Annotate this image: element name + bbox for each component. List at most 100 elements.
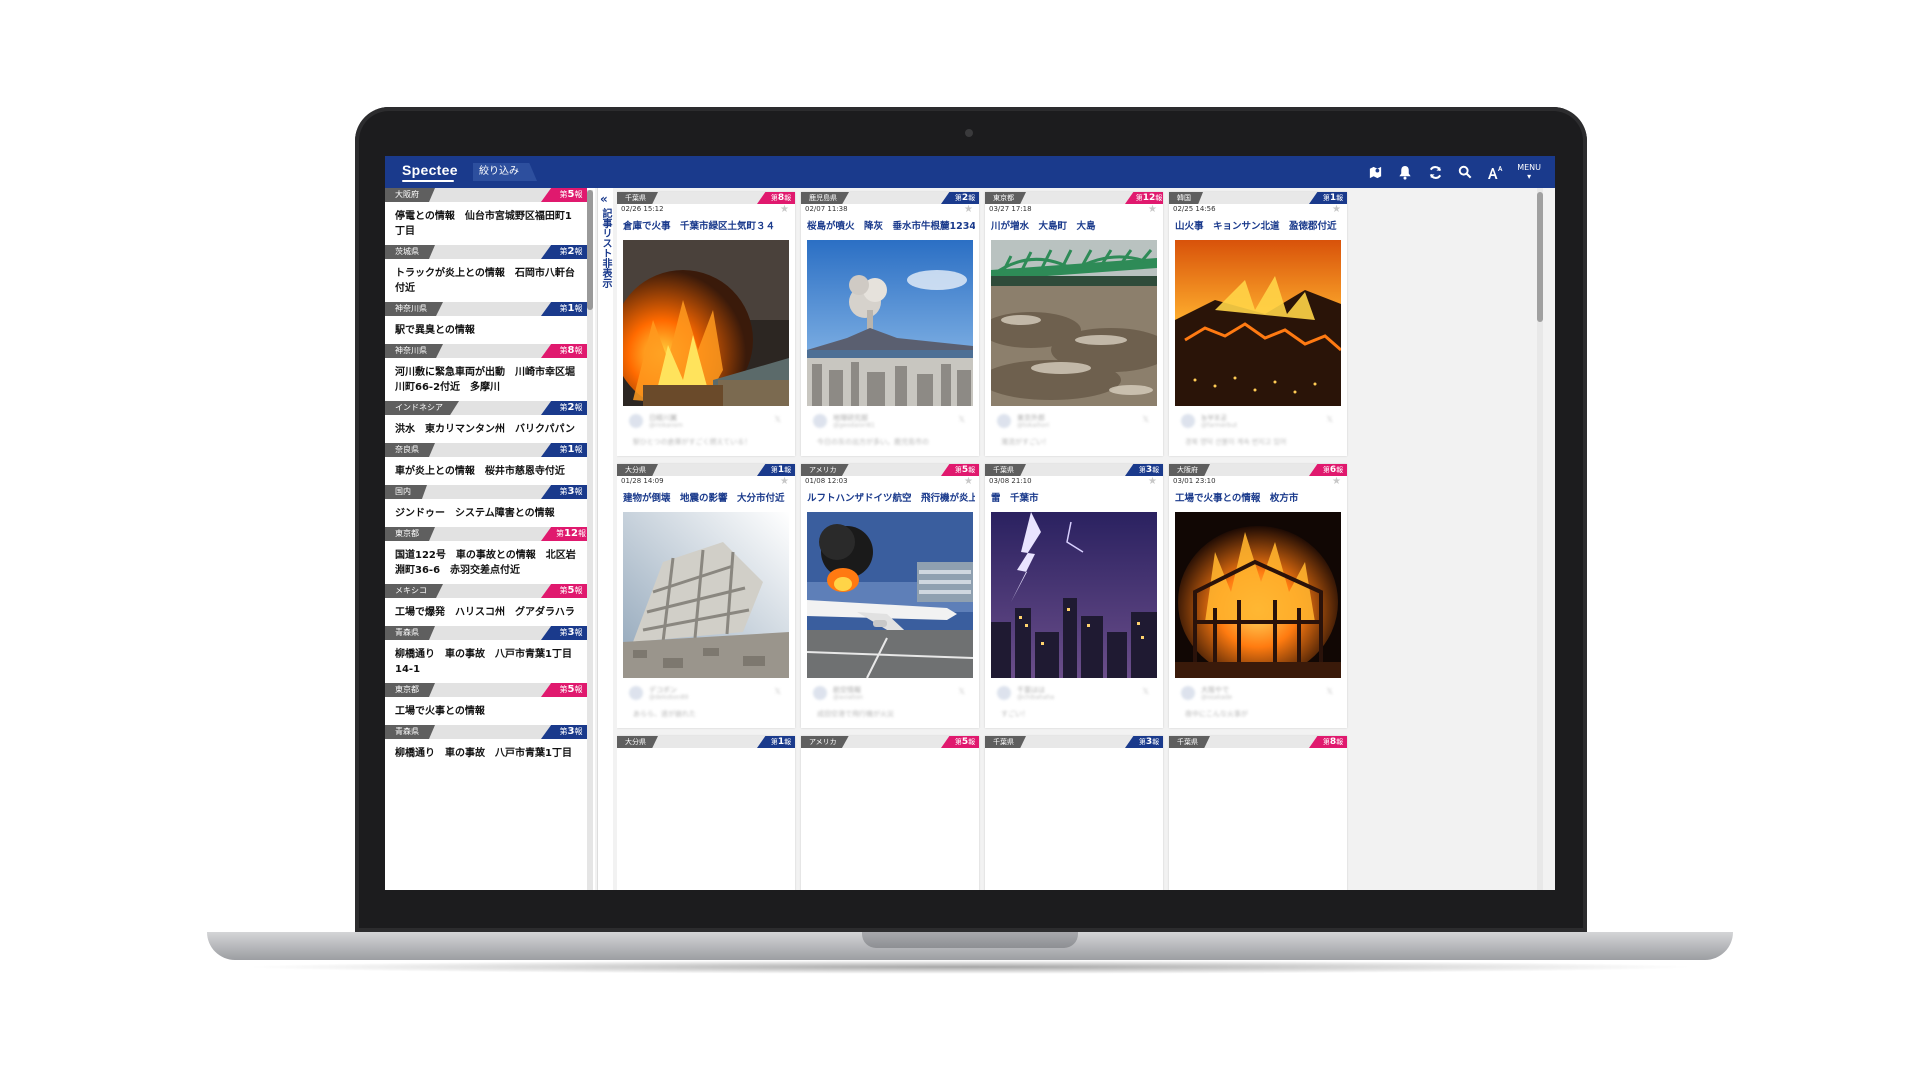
star-icon[interactable]: ★ [1332, 204, 1341, 215]
badge-prefix: 第 [1138, 466, 1146, 474]
region-tag: 大分県 [617, 464, 658, 476]
news-card[interactable]: アメリカ 第5報 01/08 12:03 ★ ルフトハンザドイツ航空 飛行機が炎上 航空… [801, 464, 979, 728]
list-item[interactable]: 茨城県 第2報 トラックが炎上との情報 石岡市八軒台付近 [385, 245, 587, 302]
list-item[interactable]: メキシコ 第5報 工場で爆発 ハリスコ州 グアダラハラ [385, 584, 587, 626]
x-logo-icon: 𝕏 [774, 415, 781, 424]
scrollbar-thumb[interactable] [587, 190, 593, 310]
card-image[interactable] [1175, 240, 1341, 406]
card-title[interactable]: 建物が倒壊 地震の影響 大分市付近 [623, 492, 791, 505]
bell-icon[interactable] [1397, 164, 1413, 180]
x-logo-icon: 𝕏 [1142, 415, 1149, 424]
hide-list-toggle[interactable]: « 記事リスト非表示 [597, 188, 613, 890]
filter-button[interactable]: 絞り込み [473, 163, 537, 181]
news-card[interactable]: 千葉県 第3報 03/08 21:10 ★ 雷 千葉市 千葉はは @chibahaha 𝕏 す… [985, 464, 1163, 728]
refresh-icon[interactable] [1427, 164, 1443, 180]
badge-suffix: 報 [968, 466, 976, 474]
report-count-badge: 第1報 [757, 736, 795, 748]
card-image[interactable] [623, 240, 789, 406]
badge-suffix: 報 [574, 190, 583, 199]
card-image[interactable] [807, 512, 973, 678]
source-handle: @chibahaha [1017, 694, 1055, 701]
star-icon[interactable]: ★ [1148, 204, 1157, 215]
source-text: 夜中にこんな火事が [1185, 710, 1248, 718]
news-card[interactable]: 東京都 第12報 03/27 17:18 ★ 川が増水 大島町 大島 東京外郎 @toka… [985, 192, 1163, 456]
card-grid-scrollbar[interactable] [1537, 188, 1543, 890]
news-card[interactable]: 鹿児島県 第2報 02/07 11:38 ★ 桜島が噴火 降灰 垂水市牛根麓1234-1… [801, 192, 979, 456]
star-icon[interactable]: ★ [1148, 476, 1157, 487]
card-title[interactable]: ルフトハンザドイツ航空 飛行機が炎上 [807, 492, 975, 505]
list-item[interactable]: 東京都 第5報 工場で火事との情報 [385, 683, 587, 725]
list-item[interactable]: 青森県 第3報 柳橋通り 車の事故 八戸市青葉1丁目14-1 [385, 626, 587, 683]
list-item-title: 車が炎上との情報 桜井市慈恩寺付近 [395, 466, 565, 477]
card-title[interactable]: 雷 千葉市 [991, 492, 1159, 505]
card-source: 航空情報 @aviation 𝕏 成田空港で飛行機が火災 [807, 682, 973, 728]
news-card[interactable]: 千葉県 第8報 02/26 15:12 ★ 倉庫で火事 千葉市緑区土気町３４ 日経川翼 @… [617, 192, 795, 456]
list-item[interactable]: 青森県 第3報 柳橋通り 車の事故 八戸市青葉1丁目 [385, 725, 587, 767]
badge-suffix: 報 [574, 586, 583, 595]
card-date: 01/28 14:09 [621, 477, 664, 485]
list-item[interactable]: 神奈川県 第8報 河川敷に緊急車両が出動 川崎市幸区堀川町66-2付近 多摩川 [385, 344, 587, 401]
region-tag: インドネシア [385, 401, 459, 415]
report-count-badge: 第1報 [757, 464, 795, 476]
card-date: 02/07 11:38 [805, 205, 848, 213]
list-item-header: 神奈川県 第8報 [385, 344, 587, 358]
card-title[interactable]: 倉庫で火事 千葉市緑区土気町３４ [623, 220, 791, 233]
card-title[interactable]: 山火事 キョンサン北道 盈徳郡付近 [1175, 220, 1343, 233]
card-title[interactable]: 桜島が噴火 降灰 垂水市牛根麓1234-1付近 [807, 220, 975, 233]
report-count-badge: 第5報 [941, 736, 979, 748]
star-icon[interactable]: ★ [1332, 476, 1341, 487]
article-list-scrollbar[interactable] [587, 190, 593, 890]
star-icon[interactable]: ★ [964, 204, 973, 215]
list-item[interactable]: インドネシア 第2報 洪水 東カリマンタン州 バリクパパン [385, 401, 587, 443]
card-image[interactable] [807, 240, 973, 406]
badge-prefix: 第 [954, 466, 962, 474]
news-card[interactable]: 千葉県 第3報 [985, 736, 1163, 890]
menu-button[interactable]: MENU ▾ [1517, 163, 1541, 181]
list-item-header: 青森県 第3報 [385, 725, 587, 739]
star-icon[interactable]: ★ [964, 476, 973, 487]
badge-prefix: 第 [559, 685, 568, 694]
star-icon[interactable]: ★ [780, 476, 789, 487]
region-tag: 大分県 [617, 736, 658, 748]
font-size-icon[interactable] [1487, 164, 1503, 180]
list-item[interactable]: 大阪府 第5報 停電との情報 仙台市宮城野区福田町1丁目 [385, 188, 587, 245]
card-grid: 千葉県 第8報 02/26 15:12 ★ 倉庫で火事 千葉市緑区土気町３４ 日経川翼 @… [617, 188, 1537, 890]
badge-suffix: 報 [1152, 466, 1160, 474]
search-icon[interactable] [1457, 164, 1473, 180]
card-date: 03/27 17:18 [989, 205, 1032, 213]
card-image[interactable] [991, 240, 1157, 406]
app-logo[interactable]: Spectee [402, 162, 458, 178]
x-logo-icon: 𝕏 [1326, 415, 1333, 424]
star-icon[interactable]: ★ [780, 204, 789, 215]
card-header: 韓国 第1報 [1169, 192, 1347, 204]
list-item[interactable]: 東京都 第12報 国道122号 車の事故との情報 北区岩淵町36-6 赤羽交差点付近 [385, 527, 587, 584]
card-title[interactable]: 川が増水 大島町 大島 [991, 220, 1159, 233]
list-item[interactable]: 国内 第3報 ジンドゥー システム障害との情報 [385, 485, 587, 527]
badge-suffix: 報 [1155, 194, 1163, 202]
region-tag: 鹿児島県 [801, 192, 849, 204]
news-card[interactable]: 大分県 第1報 [617, 736, 795, 890]
list-item[interactable]: 神奈川県 第1報 駅で異臭との情報 [385, 302, 587, 344]
news-card[interactable]: 大分県 第1報 01/28 14:09 ★ 建物が倒壊 地震の影響 大分市付近 デコボン… [617, 464, 795, 728]
card-image[interactable] [623, 512, 789, 678]
scrollbar-thumb[interactable] [1537, 192, 1543, 322]
card-image[interactable] [1175, 512, 1341, 678]
report-count-badge: 第6報 [1309, 464, 1347, 476]
news-card[interactable]: 韓国 第1報 02/25 14:56 ★ 山火事 キョンサン北道 盈徳郡付近 농부포공 @… [1169, 192, 1347, 456]
top-icons: MENU ▾ [1367, 156, 1541, 188]
avatar [813, 414, 827, 428]
news-card[interactable]: アメリカ 第5報 [801, 736, 979, 890]
list-item-title: 洪水 東カリマンタン州 バリクパパン [395, 424, 575, 435]
card-title[interactable]: 工場で火事との情報 枚方市 [1175, 492, 1343, 505]
hide-list-label: 記事リスト非表示 [600, 208, 611, 288]
card-image[interactable] [991, 512, 1157, 678]
badge-prefix: 第 [559, 445, 568, 454]
map-icon[interactable] [1367, 164, 1383, 180]
news-card[interactable]: 千葉県 第8報 [1169, 736, 1347, 890]
news-card[interactable]: 大阪府 第6報 03/01 23:10 ★ 工場で火事との情報 枚方市 大阪やで @osa… [1169, 464, 1347, 728]
list-item[interactable]: 奈良県 第1報 車が炎上との情報 桜井市慈恩寺付近 [385, 443, 587, 485]
region-tag: アメリカ [801, 464, 849, 476]
avatar [997, 414, 1011, 428]
avatar [629, 686, 643, 700]
avatar [813, 686, 827, 700]
